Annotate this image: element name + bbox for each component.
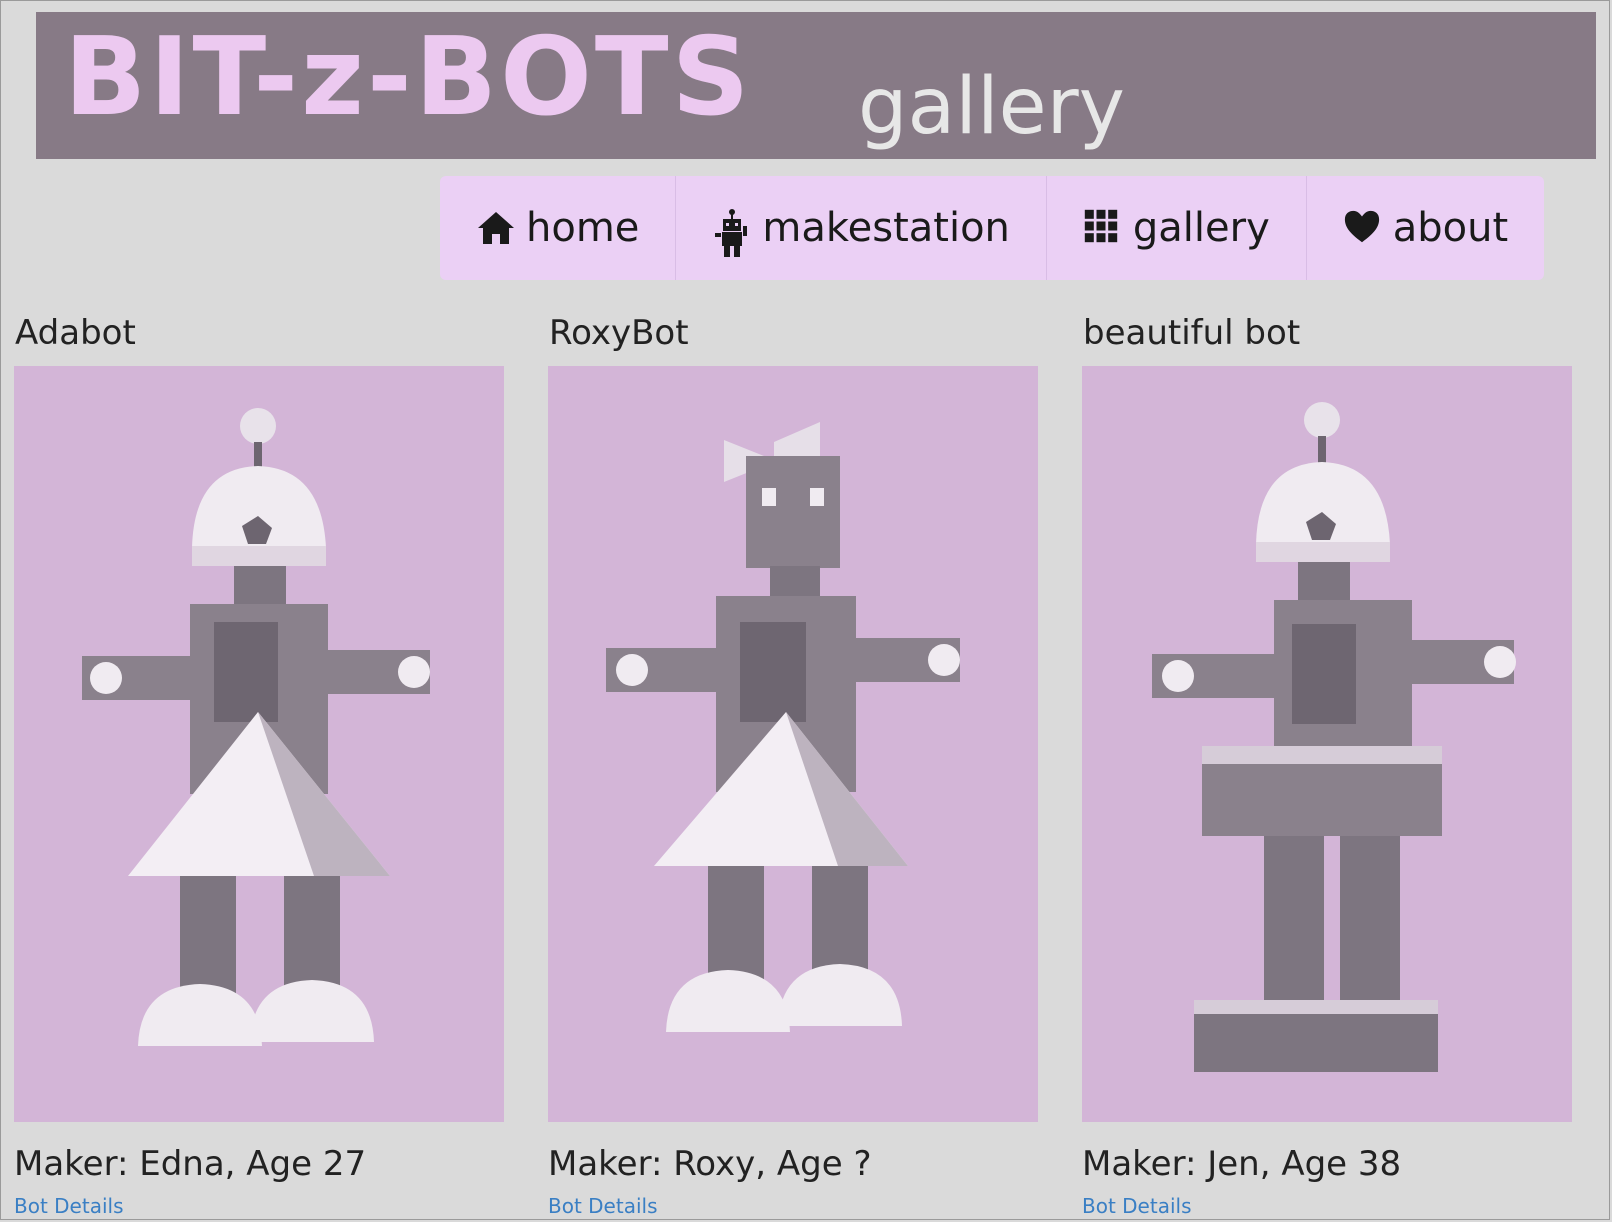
bot-card: RoxyBot Maker: Roxy, Age ? Bot Details: [548, 300, 1038, 1218]
bot-image[interactable]: [1082, 366, 1572, 1122]
home-icon: [476, 208, 516, 248]
main-nav: home makestation gallery about: [440, 176, 1545, 280]
nav-item-makestation[interactable]: makestation: [676, 176, 1047, 280]
nav-item-label: home: [526, 205, 640, 251]
bot-image[interactable]: [548, 366, 1038, 1122]
nav-item-label: gallery: [1132, 205, 1270, 251]
bot-maker: Maker: Roxy, Age ?: [548, 1144, 872, 1184]
bot-name: Adabot: [15, 313, 136, 353]
bot-maker: Maker: Jen, Age 38: [1082, 1144, 1402, 1184]
robot-render-adabot: [82, 408, 430, 1046]
bot-image[interactable]: [14, 366, 504, 1122]
bot-name: beautiful bot: [1083, 313, 1301, 353]
page-title: gallery: [858, 62, 1125, 152]
robot-render-beautiful-bot: [1152, 402, 1516, 1072]
robot-render-roxybot: [606, 422, 960, 1032]
robot-icon: [712, 208, 752, 257]
site-logo[interactable]: BIT-z-BOTS: [64, 24, 752, 132]
grid-icon: [1083, 208, 1123, 248]
nav-item-gallery[interactable]: gallery: [1047, 176, 1307, 280]
bot-maker: Maker: Edna, Age 27: [14, 1144, 367, 1184]
bot-details-link[interactable]: Bot Details: [548, 1194, 658, 1218]
nav-item-label: makestation: [762, 205, 1010, 251]
bot-card: beautiful bot Maker: Jen, Age 38 Bot Det…: [1082, 300, 1572, 1218]
bot-details-link[interactable]: Bot Details: [1082, 1194, 1192, 1218]
bot-details-link[interactable]: Bot Details: [14, 1194, 124, 1218]
heart-icon: [1343, 208, 1383, 248]
site-banner: BIT-z-BOTS gallery: [36, 12, 1596, 159]
bot-name: RoxyBot: [549, 313, 689, 353]
nav-item-label: about: [1392, 205, 1509, 251]
nav-item-home[interactable]: home: [440, 176, 677, 280]
nav-item-about[interactable]: about: [1307, 176, 1544, 280]
bot-card: Adabot Maker: Edna, Age 27 Bot Details: [14, 300, 504, 1218]
